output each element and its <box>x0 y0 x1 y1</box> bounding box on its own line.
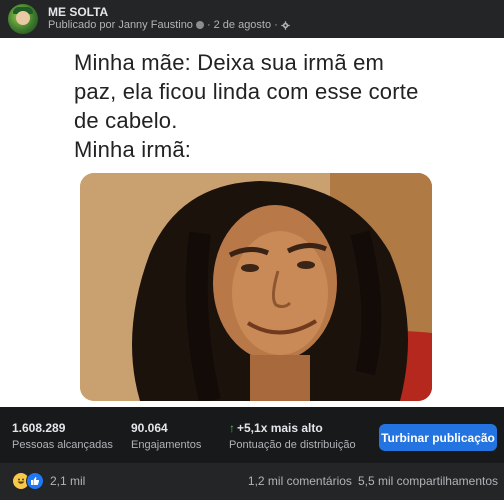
reactions-summary[interactable]: 2,1 mil <box>12 472 85 490</box>
engagement-stat[interactable]: 90.064 Engajamentos <box>131 421 201 451</box>
reach-label: Pessoas alcançadas <box>12 439 113 451</box>
page-avatar[interactable] <box>8 4 38 34</box>
shares-count[interactable]: 5,5 mil compartilhamentos <box>358 474 498 488</box>
page-name[interactable]: ME SOLTA <box>48 5 108 19</box>
engagement-counts: 1,2 mil comentários 5,5 mil compartilham… <box>248 474 498 488</box>
engagement-value: 90.064 <box>131 421 168 435</box>
reach-stat[interactable]: 1.608.289 Pessoas alcançadas <box>12 421 113 451</box>
post-insights: 1.608.289 Pessoas alcançadas 90.064 Enga… <box>0 407 504 463</box>
like-reaction-icon <box>26 472 44 490</box>
boost-post-button[interactable]: Turbinar publicação <box>379 424 497 451</box>
distribution-stat[interactable]: ↑ +5,1x mais alto Pontuação de distribuiç… <box>229 421 356 451</box>
meme-photo <box>80 173 432 401</box>
meme-photo-illustration <box>80 173 432 401</box>
reactions-count: 2,1 mil <box>50 474 86 488</box>
post-meta: Publicado por Janny Faustino · 2 de agos… <box>48 19 290 31</box>
meta-separator-2: · <box>274 19 278 31</box>
globe-icon <box>195 21 204 29</box>
distribution-value: +5,1x mais alto <box>237 421 323 435</box>
reach-value: 1.608.289 <box>12 421 66 435</box>
distribution-label: Pontuação de distribuição <box>229 439 356 451</box>
published-by[interactable]: Publicado por Janny Faustino <box>48 19 193 31</box>
arrow-up-icon: ↑ <box>229 421 235 435</box>
post-image[interactable]: Minha mãe: Deixa sua irmã em paz, ela fi… <box>0 38 504 407</box>
meme-caption: Minha mãe: Deixa sua irmã em paz, ela fi… <box>74 50 419 162</box>
comments-count[interactable]: 1,2 mil comentários <box>248 474 352 488</box>
post-header: ME SOLTA Publicado por Janny Faustino · … <box>0 0 504 38</box>
avatar-face <box>16 11 30 25</box>
post-footer: 2,1 mil 1,2 mil comentários 5,5 mil comp… <box>0 463 504 500</box>
post-date[interactable]: 2 de agosto <box>214 19 272 31</box>
gear-icon[interactable] <box>281 20 290 30</box>
meta-separator: · <box>206 19 211 31</box>
engagement-label: Engajamentos <box>131 439 202 451</box>
